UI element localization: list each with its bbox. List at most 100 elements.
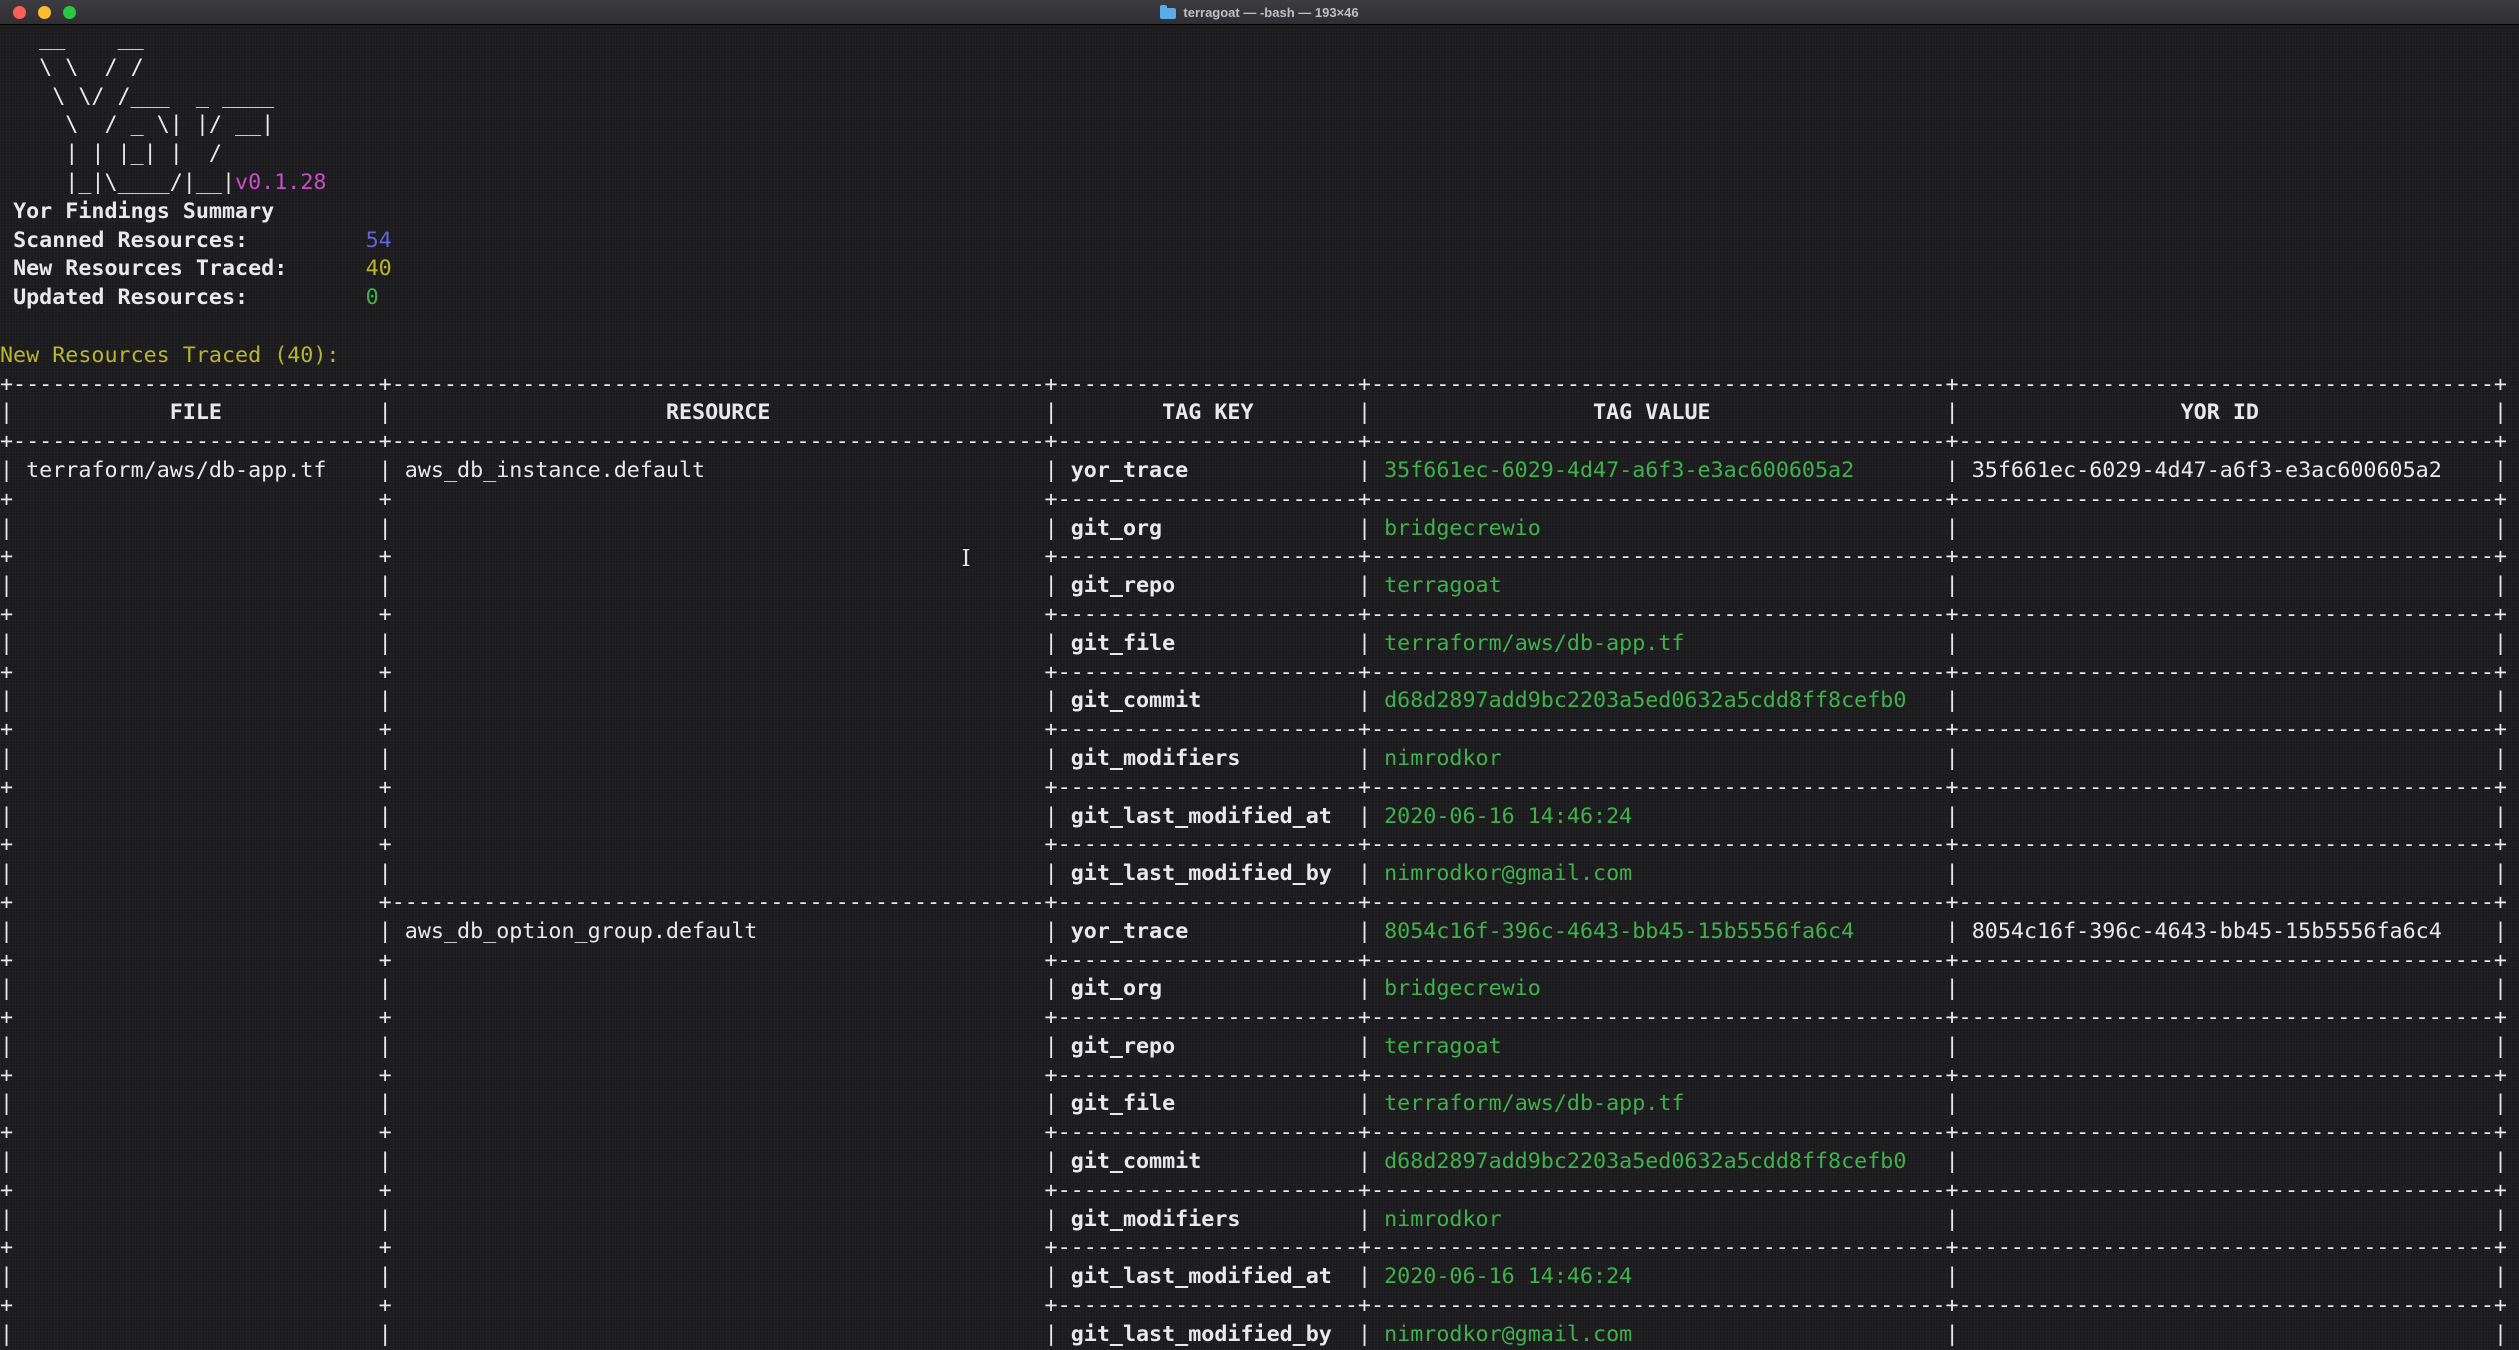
cell-divider: |: [0, 1149, 13, 1174]
tag-value-cell: d68d2897add9bc2203a5ed0632a5cdd8ff8cefb0: [1384, 688, 1906, 713]
tag-key-cell: git_modifiers: [1071, 746, 1241, 771]
table-header-cell: YOR ID: [2181, 400, 2259, 425]
cell-divider: |: [2494, 1264, 2507, 1289]
tag-key-cell: git_repo: [1071, 1034, 1175, 1059]
cell-divider: |: [2494, 631, 2507, 656]
cell-divider: |: [2494, 1149, 2507, 1174]
heading-line: New Resources Traced (40):: [0, 342, 2519, 371]
tag-key-cell: git_file: [1071, 631, 1175, 656]
cell-divider: |: [0, 573, 13, 598]
cell-divider: |: [1045, 861, 1058, 886]
cell-divider: |: [1946, 400, 1959, 425]
table-border-line: + + +-----------------------+-----------…: [0, 659, 2519, 688]
cell-divider: |: [0, 804, 13, 829]
title-bar[interactable]: terragoat — -bash — 193×46: [0, 0, 2519, 25]
table-row: | | | git_repo | terragoat | |: [0, 572, 2519, 601]
terminal-content[interactable]: __ __ \ \ / / \ \/ /___ _ ____ \ / _ \| …: [0, 25, 2519, 1350]
table-border-line: + + +-----------------------+-----------…: [0, 774, 2519, 803]
cell-divider: |: [379, 976, 392, 1001]
yor-id-cell: 8054c16f-396c-4643-bb45-15b5556fa6c4: [1972, 919, 2442, 944]
summary-label: Updated Resources:: [13, 285, 248, 310]
tag-key-cell: git_commit: [1071, 688, 1202, 713]
cell-divider: |: [379, 516, 392, 541]
cell-divider: |: [0, 458, 13, 483]
table-row: | | | git_last_modified_by | nimrodkor@g…: [0, 860, 2519, 889]
tag-key-cell: git_org: [1071, 976, 1162, 1001]
tag-value-cell: 8054c16f-396c-4643-bb45-15b5556fa6c4: [1384, 919, 1854, 944]
table-border-line: + + +-----------------------+-----------…: [0, 486, 2519, 515]
tag-separator: + + +-----------------------+-----------…: [0, 832, 2507, 857]
tag-value-cell: bridgecrewio: [1384, 516, 1541, 541]
tag-value-cell: terraform/aws/db-app.tf: [1384, 631, 1684, 656]
cell-divider: |: [2494, 516, 2507, 541]
cell-divider: |: [2494, 976, 2507, 1001]
table-border-line: + + +-----------------------+-----------…: [0, 1292, 2519, 1321]
table-row: | | | git_modifiers | nimrodkor | |: [0, 1206, 2519, 1235]
cell-divider: |: [379, 746, 392, 771]
tag-key-cell: git_last_modified_at: [1071, 1264, 1332, 1289]
table-border-line: + + +-----------------------+-----------…: [0, 1234, 2519, 1263]
blank-line: [0, 313, 2519, 342]
banner-line: \ / _ \| |/ __|: [0, 111, 2519, 140]
table-border-line: + + +-----------------------+-----------…: [0, 1062, 2519, 1091]
banner-line: \ \/ /___ _ ____: [0, 83, 2519, 112]
cell-divider: |: [1946, 1091, 1959, 1116]
cell-divider: |: [379, 458, 392, 483]
cell-divider: |: [1358, 573, 1371, 598]
cell-divider: |: [0, 688, 13, 713]
cell-divider: |: [0, 1034, 13, 1059]
table-row: | | | git_file | terraform/aws/db-app.tf…: [0, 1090, 2519, 1119]
table-header-row: | FILE | RESOURCE | TAG KEY | TAG VALUE …: [0, 399, 2519, 428]
cell-divider: |: [379, 1091, 392, 1116]
table-row: | | aws_db_option_group.default | yor_tr…: [0, 918, 2519, 947]
tag-key-cell: git_last_modified_at: [1071, 804, 1332, 829]
cell-divider: |: [1946, 861, 1959, 886]
tag-key-cell: yor_trace: [1071, 919, 1189, 944]
cell-divider: |: [379, 804, 392, 829]
cell-divider: |: [1946, 1149, 1959, 1174]
cell-divider: |: [1946, 1034, 1959, 1059]
cell-divider: |: [379, 861, 392, 886]
table-header-cell: TAG VALUE: [1593, 400, 1711, 425]
table-border-line: + + +-----------------------+-----------…: [0, 1004, 2519, 1033]
cell-divider: |: [1946, 746, 1959, 771]
banner-line: |_|\____/|__|v0.1.28: [0, 169, 2519, 198]
tag-key-cell: git_file: [1071, 1091, 1175, 1116]
table-border-line: + +-------------------------------------…: [0, 889, 2519, 918]
ascii-art-line: \ \/ /___ _ ____: [0, 84, 274, 109]
cell-divider: |: [1946, 804, 1959, 829]
cell-divider: |: [0, 1091, 13, 1116]
cell-divider: |: [379, 919, 392, 944]
table-header-cell: RESOURCE: [666, 400, 770, 425]
resource-cell: aws_db_instance.default: [405, 458, 705, 483]
tag-value-cell: bridgecrewio: [1384, 976, 1541, 1001]
resource-separator: + +-------------------------------------…: [0, 890, 2507, 915]
summary-label: New Resources Traced:: [13, 256, 287, 281]
cell-divider: |: [1045, 746, 1058, 771]
tag-key-cell: git_modifiers: [1071, 1207, 1241, 1232]
cell-divider: |: [1045, 976, 1058, 1001]
file-cell: terraform/aws/db-app.tf: [26, 458, 326, 483]
ascii-art-line: \ / _ \| |/ __|: [0, 112, 274, 137]
table-row: | | | git_repo | terragoat | |: [0, 1033, 2519, 1062]
cell-divider: |: [1946, 573, 1959, 598]
table-row: | | | git_org | bridgecrewio | |: [0, 975, 2519, 1004]
cell-divider: |: [1045, 804, 1058, 829]
tag-separator: + + +-----------------------+-----------…: [0, 1235, 2507, 1260]
cell-divider: |: [1358, 919, 1371, 944]
tag-separator: + + +-----------------------+-----------…: [0, 487, 2507, 512]
table-border-line: + + +-----------------------+-----------…: [0, 1177, 2519, 1206]
tag-key-cell: git_last_modified_by: [1071, 1322, 1332, 1347]
table-header-cell: FILE: [170, 400, 222, 425]
tag-value-cell: terragoat: [1384, 1034, 1502, 1059]
cell-divider: |: [1946, 516, 1959, 541]
cell-divider: |: [1045, 400, 1058, 425]
cell-divider: |: [2494, 458, 2507, 483]
tag-separator: + + +-----------------------+-----------…: [0, 1063, 2507, 1088]
cell-divider: |: [1045, 919, 1058, 944]
cell-divider: |: [1358, 861, 1371, 886]
table-row: | | | git_commit | d68d2897add9bc2203a5e…: [0, 687, 2519, 716]
cell-divider: |: [1358, 631, 1371, 656]
banner-line: __ __: [0, 25, 2519, 54]
cell-divider: |: [1358, 1264, 1371, 1289]
